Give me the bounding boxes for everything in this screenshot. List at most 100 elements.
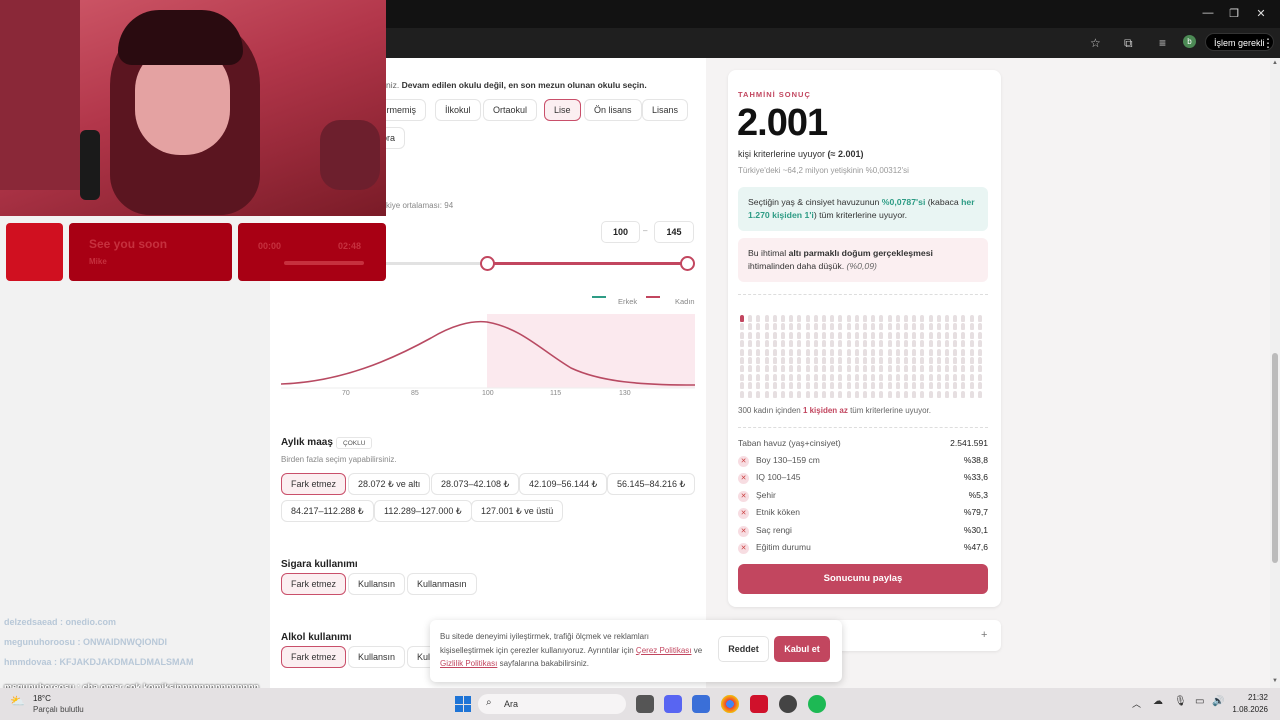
person-icon bbox=[977, 365, 982, 373]
taskbar-search[interactable]: ⌕ Ara bbox=[478, 694, 626, 714]
person-icon bbox=[838, 357, 843, 364]
person-icon bbox=[936, 390, 941, 398]
tray-network-icon[interactable]: ☁ bbox=[1153, 696, 1163, 707]
remove-criteria-icon[interactable]: ✕ bbox=[738, 508, 749, 520]
smoking-option[interactable]: Kullansın bbox=[348, 573, 406, 595]
accept-button[interactable]: Kabul et bbox=[774, 636, 830, 662]
education-option[interactable]: Ön lisans bbox=[584, 99, 642, 121]
chrome-icon[interactable] bbox=[721, 695, 739, 713]
salary-option[interactable]: 28.073–42.108 ₺ bbox=[431, 473, 520, 495]
settings-gear-icon[interactable] bbox=[779, 695, 797, 713]
accordion-plus-icon[interactable]: + bbox=[981, 629, 987, 641]
pool-ratio-box: Seçtiğin yaş & cinsiyet havuzunun %0,078… bbox=[738, 187, 988, 231]
salary-option[interactable]: 112.289–127.000 ₺ bbox=[374, 500, 472, 522]
criteria-row: ✕ Boy 130–159 cm %38,8 bbox=[738, 455, 988, 467]
person-icon bbox=[871, 357, 876, 364]
person-icon bbox=[863, 323, 867, 331]
education-option[interactable]: Lise bbox=[544, 99, 581, 121]
iq-max-input[interactable]: 145 bbox=[654, 221, 694, 243]
scroll-up-icon[interactable]: ▲ bbox=[1272, 60, 1278, 66]
app-red-icon[interactable] bbox=[750, 695, 768, 713]
iq-average-hint: kiye ortalaması: 94 bbox=[386, 201, 454, 210]
smoking-option[interactable]: Fark etmez bbox=[281, 573, 347, 595]
remove-criteria-icon[interactable]: ✕ bbox=[738, 543, 749, 554]
phone-link-icon[interactable] bbox=[692, 695, 710, 713]
remove-criteria-icon[interactable]: ✕ bbox=[738, 456, 749, 467]
chat-message: delzedsaead : onedio.com bbox=[4, 617, 117, 627]
tray-chevron-icon[interactable]: ︿ bbox=[1132, 697, 1141, 710]
education-option[interactable]: Lisans bbox=[642, 99, 689, 121]
education-option[interactable]: İlkokul bbox=[435, 99, 481, 121]
alcohol-option[interactable]: Kullansın bbox=[348, 646, 406, 668]
salary-option[interactable]: Fark etmez bbox=[281, 473, 347, 495]
person-icon bbox=[863, 340, 867, 348]
slider-min-handle[interactable] bbox=[480, 256, 495, 271]
weather-desc: Parçalı bulutlu bbox=[33, 705, 84, 714]
microphone-icon[interactable]: 🎙 bbox=[1174, 696, 1187, 707]
file-explorer-icon[interactable] bbox=[636, 695, 654, 713]
bookmark-star-icon[interactable]: ☆ bbox=[1090, 36, 1101, 50]
smoking-option[interactable]: Kullanmasın bbox=[407, 573, 477, 595]
salary-option[interactable]: 42.109–56.144 ₺ bbox=[519, 473, 608, 495]
person-icon bbox=[961, 331, 966, 339]
reject-button[interactable]: Reddet bbox=[718, 636, 769, 662]
comparison-box: Bu ihtimal altı parmaklı doğum gerçekleş… bbox=[738, 238, 988, 282]
person-icon bbox=[805, 315, 810, 322]
person-icon bbox=[781, 357, 785, 364]
person-icon bbox=[830, 365, 835, 373]
person-icon bbox=[969, 331, 974, 339]
person-icon bbox=[879, 365, 884, 373]
person-icon bbox=[904, 373, 908, 381]
alcohol-option[interactable]: Fark etmez bbox=[281, 646, 347, 668]
salary-option[interactable]: 56.145–84.216 ₺ bbox=[607, 473, 696, 495]
close-icon[interactable]: ✕ bbox=[1251, 7, 1271, 20]
spotify-icon[interactable] bbox=[808, 695, 826, 713]
maximize-icon[interactable]: ❐ bbox=[1224, 7, 1244, 20]
criteria-label: Boy 130–159 cm bbox=[756, 455, 820, 465]
scroll-down-icon[interactable]: ▼ bbox=[1272, 678, 1278, 684]
person-icon bbox=[961, 365, 966, 373]
person-icon bbox=[945, 365, 949, 373]
education-option[interactable]: Ortaokul bbox=[483, 99, 538, 121]
person-icon bbox=[813, 315, 818, 322]
person-icon bbox=[748, 323, 753, 331]
person-icon bbox=[920, 357, 925, 364]
browser-menu-icon[interactable]: ⋮ bbox=[1262, 36, 1274, 50]
salary-option[interactable]: 127.001 ₺ ve üstü bbox=[471, 500, 564, 522]
share-button[interactable]: Sonucunu paylaş bbox=[738, 564, 988, 594]
person-icon bbox=[863, 357, 867, 364]
person-icon bbox=[740, 382, 744, 390]
person-icon bbox=[764, 331, 769, 339]
salary-option[interactable]: 84.217–112.288 ₺ bbox=[281, 500, 374, 522]
privacy-policy-link[interactable]: Gizlilik Politikası bbox=[440, 659, 497, 668]
discord-icon[interactable] bbox=[664, 695, 682, 713]
slider-max-handle[interactable] bbox=[680, 256, 695, 271]
clock-date[interactable]: 1.08.2026 bbox=[1226, 705, 1268, 714]
minimize-icon[interactable]: — bbox=[1198, 7, 1218, 19]
person-icon bbox=[830, 340, 835, 348]
person-icon bbox=[928, 357, 933, 364]
person-icon bbox=[764, 382, 769, 390]
clock-time[interactable]: 21:32 bbox=[1234, 693, 1268, 702]
weather-temp: 18°C bbox=[33, 694, 51, 703]
remove-criteria-icon[interactable]: ✕ bbox=[738, 525, 749, 537]
criteria-row: ✕ Şehir %5,3 bbox=[738, 490, 988, 502]
windows-start-icon[interactable] bbox=[455, 696, 471, 712]
iq-min-input[interactable]: 100 bbox=[601, 221, 640, 243]
person-icon bbox=[977, 340, 982, 348]
page-scrollbar[interactable] bbox=[1270, 58, 1280, 688]
remove-criteria-icon[interactable]: ✕ bbox=[738, 473, 749, 485]
display-icon[interactable]: ▭ bbox=[1195, 696, 1204, 707]
extensions-icon[interactable]: ⧉ bbox=[1124, 36, 1133, 51]
cookie-policy-link[interactable]: Çerez Politikası bbox=[636, 646, 692, 655]
person-icon bbox=[846, 382, 851, 390]
person-icon bbox=[969, 357, 974, 364]
media-queue-icon[interactable]: ≡ bbox=[1159, 36, 1166, 50]
salary-option[interactable]: 28.072 ₺ ve altı bbox=[348, 473, 431, 495]
person-icon bbox=[871, 382, 876, 390]
person-icon bbox=[863, 390, 867, 398]
person-icon bbox=[756, 357, 761, 364]
profile-avatar[interactable]: b bbox=[1183, 35, 1196, 48]
volume-icon[interactable]: 🔊 bbox=[1212, 696, 1224, 707]
remove-criteria-icon[interactable]: ✕ bbox=[738, 490, 749, 502]
